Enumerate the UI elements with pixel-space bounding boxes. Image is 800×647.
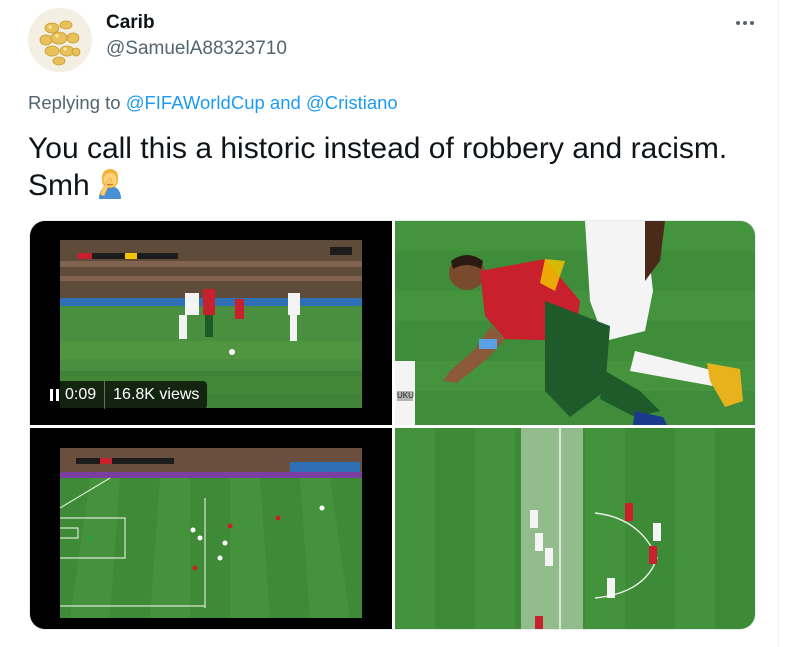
tweet-card[interactable]: Carib @SamuelA88323710 Replying to @FIFA…: [0, 0, 800, 647]
media-grid: 0:09 16.8K views UKU: [29, 220, 756, 630]
video-time: 0:09: [65, 386, 97, 403]
pause-icon[interactable]: [50, 389, 59, 401]
mention-conjunction: and: [264, 92, 306, 113]
jersey-text: UKU: [397, 391, 414, 400]
replying-to: Replying to @FIFAWorldCup and @Cristiano: [28, 92, 398, 114]
video-views: 16.8K views: [113, 386, 200, 403]
video-badge: 0:09 16.8K views: [42, 381, 208, 409]
author-name[interactable]: Carib: [106, 12, 155, 34]
photo-frame: [395, 428, 755, 629]
woman-facepalming-emoji: [98, 169, 121, 199]
photo-frame: [30, 428, 392, 629]
more-options-icon[interactable]: [734, 12, 756, 34]
mention-cristiano[interactable]: @Cristiano: [306, 92, 398, 113]
tweet-text: You call this a historic instead of robb…: [28, 130, 768, 204]
tweet-text-line2: Smh: [28, 169, 90, 202]
avatar-image: [28, 8, 92, 72]
photo-ronaldo-fall[interactable]: UKU: [395, 221, 755, 425]
video-player[interactable]: 0:09 16.8K views: [30, 221, 392, 425]
avatar[interactable]: [28, 8, 92, 72]
photo-frame: [395, 221, 755, 425]
tweet-text-line1: You call this a historic instead of robb…: [28, 132, 728, 165]
photo-offside-line[interactable]: [395, 428, 755, 629]
mention-fifaworldcup[interactable]: @FIFAWorldCup: [126, 92, 265, 113]
replying-prefix: Replying to: [28, 92, 126, 113]
photo-wide-pitch[interactable]: [30, 428, 392, 629]
author-handle[interactable]: @SamuelA88323710: [106, 38, 287, 60]
divider: [778, 0, 779, 647]
